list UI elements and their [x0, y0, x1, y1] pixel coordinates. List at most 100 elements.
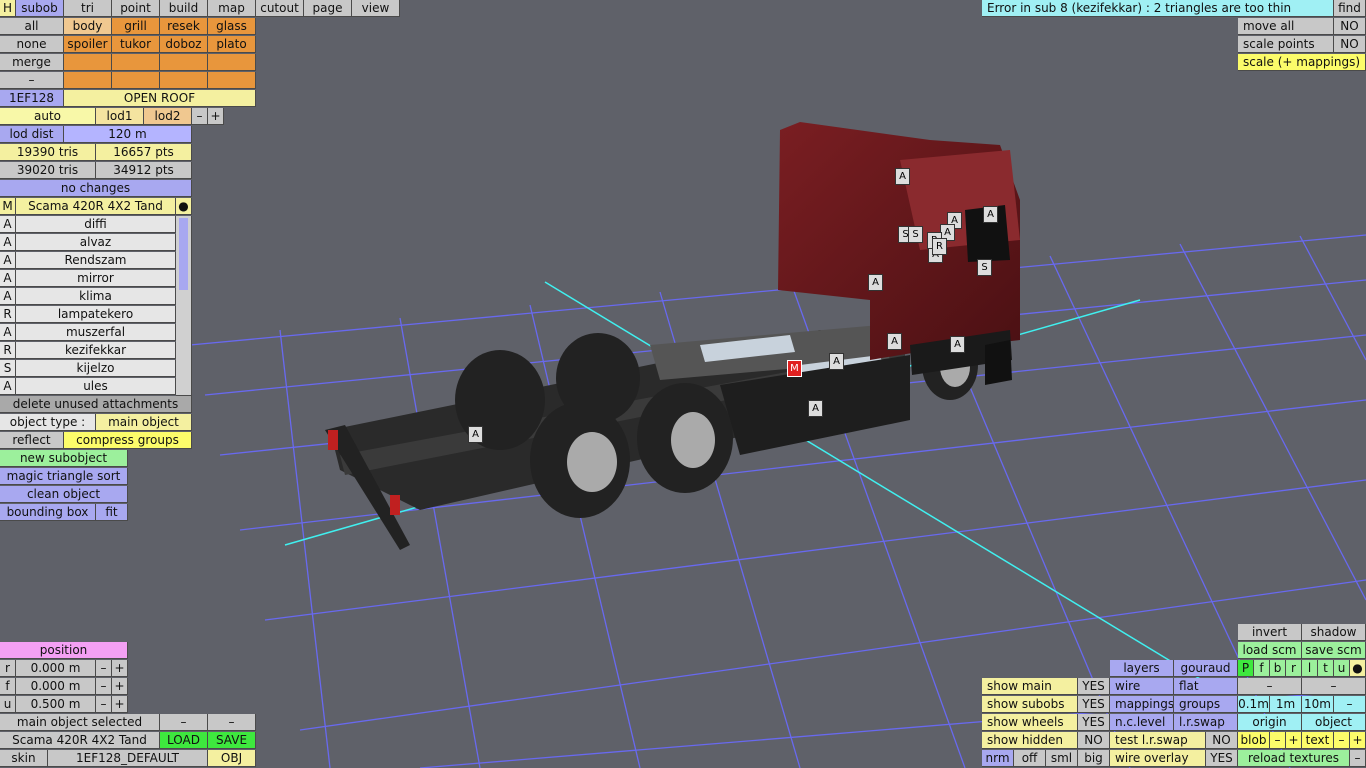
reload-textures-button[interactable]: reload textures [1238, 750, 1350, 767]
step-1m[interactable]: 1m [1270, 696, 1302, 713]
attachment-marker[interactable]: A [887, 333, 902, 350]
text-plus[interactable]: + [1350, 732, 1366, 749]
off-button[interactable]: off [1014, 750, 1046, 767]
flag-f[interactable]: f [1254, 660, 1270, 677]
save-button[interactable]: SAVE [208, 732, 256, 749]
attachment-item[interactable]: alvaz [16, 234, 176, 251]
tab-page[interactable]: page [304, 0, 352, 17]
group-doboz[interactable]: doboz [160, 36, 208, 53]
nrm-button[interactable]: nrm [982, 750, 1014, 767]
position-r-value[interactable]: 0.000 m [16, 660, 96, 677]
lr-swap-button[interactable]: l.r.swap [1174, 714, 1238, 731]
load-button[interactable]: LOAD [160, 732, 208, 749]
position-u-value[interactable]: 0.500 m [16, 696, 96, 713]
skin-value[interactable]: 1EF128_DEFAULT [48, 750, 208, 767]
wire-overlay-toggle[interactable]: YES [1206, 750, 1238, 767]
layers-button[interactable]: layers [1110, 660, 1174, 677]
position-u-plus[interactable]: + [112, 696, 128, 713]
group-grill[interactable]: grill [112, 18, 160, 35]
group-slot[interactable] [208, 72, 256, 89]
lod-dist-value[interactable]: 120 m [64, 126, 192, 143]
attachment-marker-main[interactable]: M [787, 360, 802, 377]
attachment-item[interactable]: Rendszam [16, 252, 176, 269]
scrollbar-thumb[interactable] [179, 218, 188, 290]
file-name[interactable]: Scama 420R 4X2 Tand [0, 732, 160, 749]
group-slot[interactable] [160, 72, 208, 89]
attachment-marker[interactable]: A [983, 206, 998, 223]
flag-p[interactable]: P [1238, 660, 1254, 677]
group-slot[interactable] [112, 54, 160, 71]
show-hidden-toggle[interactable]: NO [1078, 732, 1110, 749]
lod-auto-button[interactable]: auto [0, 108, 96, 125]
attachment-item[interactable]: diffi [16, 216, 176, 233]
group-all-button[interactable]: all [0, 18, 64, 35]
tab-point[interactable]: point [112, 0, 160, 17]
scale-mappings-button[interactable]: scale (+ mappings) [1238, 54, 1366, 71]
blob-plus[interactable]: + [1286, 732, 1302, 749]
attachment-marker[interactable]: A [829, 353, 844, 370]
move-all-toggle[interactable]: NO [1334, 18, 1366, 35]
group-remove-button[interactable]: – [0, 72, 64, 89]
tab-build[interactable]: build [160, 0, 208, 17]
group-slot[interactable] [208, 54, 256, 71]
blob-button[interactable]: blob [1238, 732, 1270, 749]
compress-groups-button[interactable]: compress groups [64, 432, 192, 449]
tab-view[interactable]: view [352, 0, 400, 17]
group-slot[interactable] [64, 54, 112, 71]
attachment-marker[interactable]: S [977, 259, 992, 276]
group-slot[interactable] [64, 72, 112, 89]
attachment-marker[interactable]: A [895, 168, 910, 185]
tab-subob[interactable]: subob [16, 0, 64, 17]
load-scm-button[interactable]: load scm [1238, 642, 1302, 659]
group-glass[interactable]: glass [208, 18, 256, 35]
bounding-box-button[interactable]: bounding box [0, 504, 96, 521]
object-button[interactable]: object [1302, 714, 1366, 731]
origin-button[interactable]: origin [1238, 714, 1302, 731]
attachment-marker[interactable]: A [868, 274, 883, 291]
save-scm-button[interactable]: save scm [1302, 642, 1366, 659]
reflect-button[interactable]: reflect [0, 432, 64, 449]
flag-r[interactable]: r [1286, 660, 1302, 677]
object-type-select[interactable]: main object [96, 414, 192, 431]
clean-object-button[interactable]: clean object [0, 486, 128, 503]
show-main-toggle[interactable]: YES [1078, 678, 1110, 695]
flag-b[interactable]: b [1270, 660, 1286, 677]
attachment-item[interactable]: kezifekkar [16, 342, 176, 359]
flag-dot-icon[interactable]: ● [1350, 660, 1366, 677]
lod-plus-button[interactable]: + [208, 108, 224, 125]
texture-id[interactable]: 1EF128 [0, 90, 64, 107]
attachment-marker[interactable]: A [468, 426, 483, 443]
step-minus[interactable]: – [1334, 696, 1366, 713]
flag-l[interactable]: l [1302, 660, 1318, 677]
group-body[interactable]: body [64, 18, 112, 35]
texture-name[interactable]: OPEN ROOF [64, 90, 256, 107]
step-0-1m[interactable]: 0.1m [1238, 696, 1270, 713]
step-10m[interactable]: 10m [1302, 696, 1334, 713]
reload-minus[interactable]: – [1350, 750, 1366, 767]
big-button[interactable]: big [1078, 750, 1110, 767]
flag-t[interactable]: t [1318, 660, 1334, 677]
attachment-item[interactable]: klima [16, 288, 176, 305]
attachment-item[interactable]: muszerfal [16, 324, 176, 341]
tab-map[interactable]: map [208, 0, 256, 17]
dash-button-2[interactable]: – [1302, 678, 1366, 695]
model-name[interactable]: Scama 420R 4X2 Tand [16, 198, 176, 215]
obj-button[interactable]: OBJ [208, 750, 256, 767]
position-r-plus[interactable]: + [112, 660, 128, 677]
model-dot-icon[interactable]: ● [176, 198, 192, 215]
magic-triangle-sort-button[interactable]: magic triangle sort [0, 468, 128, 485]
new-subobject-button[interactable]: new subobject [0, 450, 128, 467]
scale-points-toggle[interactable]: NO [1334, 36, 1366, 53]
group-tukor[interactable]: tukor [112, 36, 160, 53]
attachment-marker[interactable]: R [932, 238, 947, 255]
test-lr-swap-toggle[interactable]: NO [1206, 732, 1238, 749]
nc-level-button[interactable]: n.c.level [1110, 714, 1174, 731]
h-button[interactable]: H [0, 0, 16, 17]
position-f-value[interactable]: 0.000 m [16, 678, 96, 695]
attachment-marker[interactable]: A [808, 400, 823, 417]
fit-button[interactable]: fit [96, 504, 128, 521]
flat-button[interactable]: flat [1174, 678, 1238, 695]
wire-button[interactable]: wire [1110, 678, 1174, 695]
position-r-minus[interactable]: – [96, 660, 112, 677]
position-f-plus[interactable]: + [112, 678, 128, 695]
